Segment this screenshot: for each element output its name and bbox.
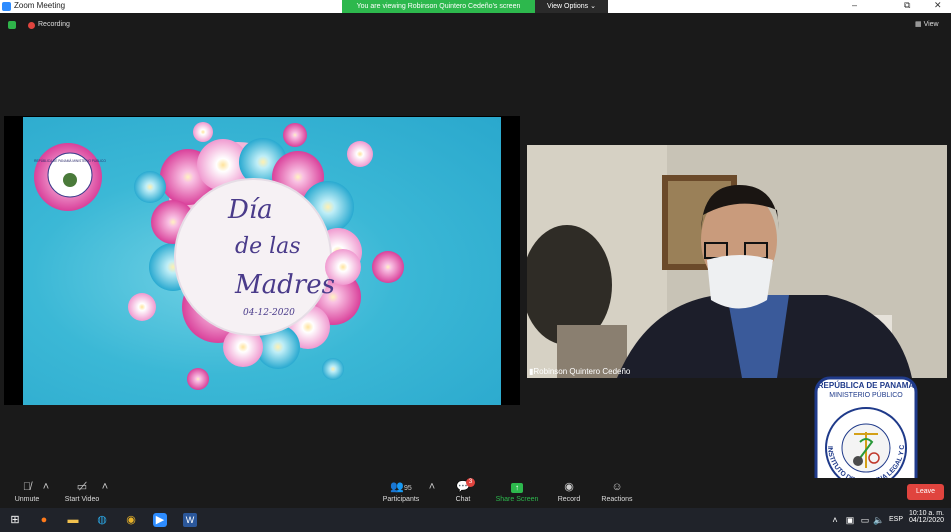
security-shield-icon[interactable] bbox=[8, 21, 16, 29]
flower-decoration: REPÚBLICA DE PANAMÁ MINISTERIO PÚBLICO bbox=[34, 122, 404, 390]
slide-title-line1: Día bbox=[228, 195, 273, 225]
view-options-button[interactable]: View Options ⌄ bbox=[535, 0, 608, 13]
participant-name: Robinson Quintero Cedeño bbox=[533, 367, 631, 376]
tray-chevron-icon[interactable]: ˄ bbox=[828, 513, 842, 527]
record-label: Record bbox=[557, 496, 581, 503]
reactions-icon: ☺ bbox=[611, 481, 623, 493]
slide-date: 04-12-2020 bbox=[243, 308, 295, 318]
zoom-app-icon bbox=[2, 2, 11, 11]
word-icon[interactable]: W bbox=[183, 513, 197, 527]
start-video-label: Start Video bbox=[64, 496, 100, 503]
windows-start-icon[interactable]: ⊞ bbox=[8, 513, 22, 527]
chat-label: Chat bbox=[455, 496, 471, 503]
screen-share-banner: You are viewing Robinson Quintero Cedeño… bbox=[342, 0, 535, 13]
muted-microphone-icon: 🎙̸ bbox=[22, 481, 32, 493]
minimize-button[interactable]: – bbox=[852, 0, 857, 10]
participants-label: Participants bbox=[382, 496, 420, 503]
edge-icon[interactable]: ◍ bbox=[95, 513, 109, 527]
file-explorer-icon[interactable]: ▬ bbox=[66, 513, 80, 527]
video-options-chevron-icon[interactable]: ˄ bbox=[101, 481, 109, 496]
recording-label: Recording bbox=[38, 21, 70, 28]
audio-options-chevron-icon[interactable]: ˄ bbox=[42, 481, 50, 496]
clock-date: 04/12/2020 bbox=[908, 517, 944, 524]
view-label: View bbox=[923, 21, 939, 28]
participants-count: 95 bbox=[403, 485, 412, 492]
video-frame bbox=[527, 145, 947, 378]
window-title: Zoom Meeting bbox=[14, 1, 66, 10]
language-indicator[interactable]: ESP bbox=[889, 516, 903, 523]
chrome-icon[interactable]: ◉ bbox=[124, 513, 138, 527]
badge-line2: MINISTERIO PÚBLICO bbox=[829, 390, 903, 399]
record-icon: ◉ bbox=[564, 481, 574, 493]
reactions-button[interactable]: ☺ Reactions bbox=[598, 481, 636, 503]
record-button[interactable]: ◉ Record bbox=[552, 481, 586, 503]
video-off-icon: ▭̸ bbox=[76, 481, 88, 493]
shared-slide: REPÚBLICA DE PANAMÁ MINISTERIO PÚBLICO D… bbox=[23, 117, 501, 405]
close-button[interactable]: ✕ bbox=[934, 0, 942, 11]
badge-line1: REPÚBLICA DE PANAMÁ bbox=[818, 381, 915, 390]
participants-button[interactable]: 👥95 Participants bbox=[378, 481, 424, 503]
chat-unread-badge: 3 bbox=[466, 478, 475, 487]
taskbar-clock[interactable]: 10:10 a. m. 04/12/2020 bbox=[902, 510, 944, 524]
unmute-button[interactable]: 🎙̸ Unmute bbox=[10, 481, 44, 503]
start-video-button[interactable]: ▭̸ Start Video bbox=[60, 481, 104, 503]
view-button[interactable]: ▦ View bbox=[915, 20, 939, 28]
participant-video bbox=[527, 145, 947, 378]
recording-dot-icon bbox=[28, 22, 35, 29]
windows-taskbar bbox=[0, 508, 951, 532]
firefox-icon[interactable]: ● bbox=[37, 513, 51, 527]
participants-options-chevron-icon[interactable]: ˄ bbox=[428, 481, 436, 496]
participant-name-label: ▮Robinson Quintero Cedeño bbox=[529, 367, 631, 376]
slide-title-line2: de las bbox=[235, 234, 301, 259]
zoom-taskbar-icon[interactable]: ▶ bbox=[153, 513, 167, 527]
leave-button[interactable]: Leave bbox=[907, 484, 944, 500]
tray-display-icon[interactable]: ▭ bbox=[858, 513, 872, 527]
slide-logo-text: REPÚBLICA DE PANAMÁ MINISTERIO PÚBLICO bbox=[34, 158, 106, 163]
share-screen-label: Share Screen bbox=[495, 496, 539, 503]
tray-network-icon[interactable]: ▣ bbox=[843, 513, 857, 527]
reactions-label: Reactions bbox=[601, 496, 633, 503]
unmute-label: Unmute bbox=[14, 496, 40, 503]
slide-title-line3: Madres bbox=[235, 270, 335, 300]
participants-icon: 👥95 bbox=[390, 481, 412, 493]
clock-time: 10:10 a. m. bbox=[908, 510, 944, 517]
maximize-button[interactable]: ⧉ bbox=[904, 0, 910, 11]
share-screen-icon: ↑ bbox=[492, 481, 542, 493]
volume-icon[interactable]: 🔈 bbox=[872, 513, 886, 527]
share-screen-button[interactable]: ↑ Share Screen bbox=[492, 481, 542, 503]
